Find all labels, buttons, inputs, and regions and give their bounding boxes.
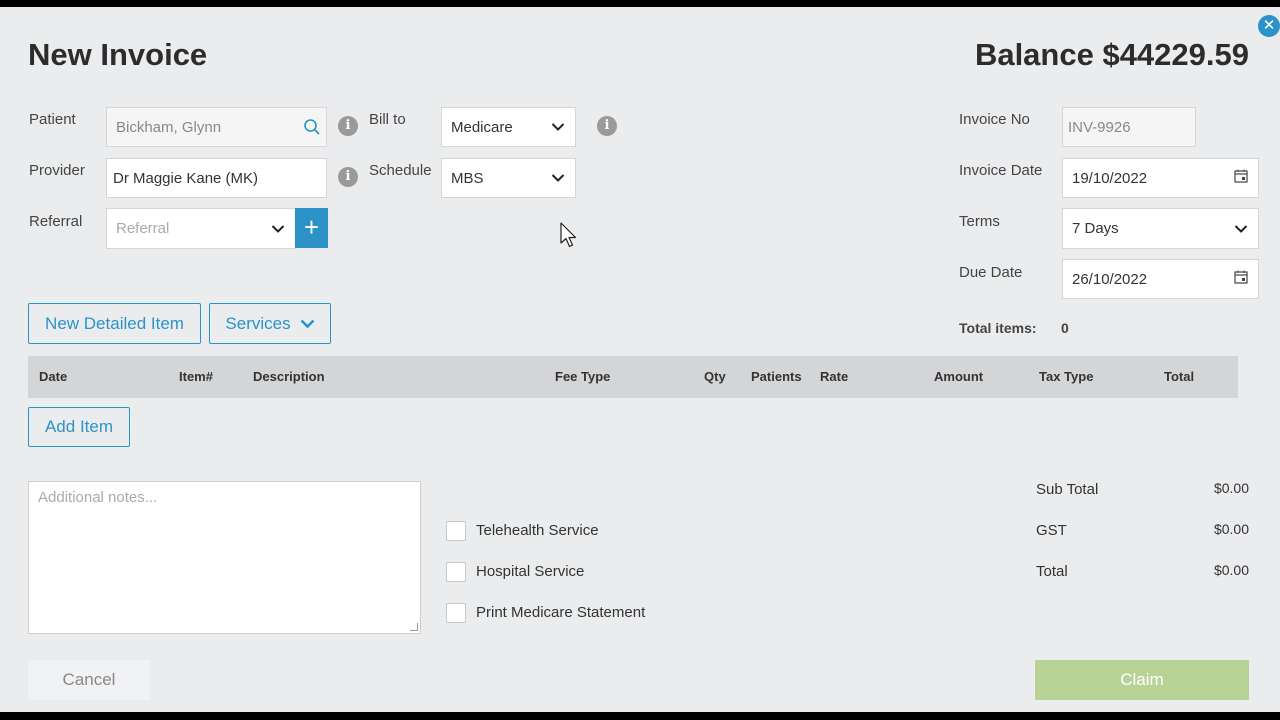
sub-total-value: $0.00 bbox=[1213, 480, 1249, 496]
claim-button[interactable]: Claim bbox=[1035, 660, 1249, 700]
column-total: Total bbox=[1164, 369, 1195, 384]
invoice-no-field[interactable]: INV-9926 bbox=[1062, 107, 1196, 147]
total-items-value: 0 bbox=[1061, 320, 1069, 336]
terms-value: 7 Days bbox=[1072, 220, 1119, 237]
telehealth-label: Telehealth Service bbox=[476, 522, 599, 539]
close-icon[interactable]: ✕ bbox=[1258, 15, 1280, 37]
chevron-down-icon bbox=[300, 314, 315, 334]
notes-placeholder: Additional notes... bbox=[38, 489, 158, 506]
invoice-date-field[interactable]: 19/10/2022 bbox=[1062, 158, 1259, 198]
line-items-table-header: Date Item# Description Fee Type Qty Pati… bbox=[28, 356, 1238, 398]
provider-field[interactable]: Dr Maggie Kane (MK) bbox=[106, 158, 327, 198]
print-statement-label: Print Medicare Statement bbox=[476, 604, 646, 621]
chevron-down-icon bbox=[551, 123, 565, 132]
bill-to-select[interactable]: Medicare bbox=[441, 107, 576, 147]
total-label: Total bbox=[1036, 563, 1068, 580]
print-statement-checkbox[interactable] bbox=[446, 603, 466, 623]
chevron-down-icon bbox=[271, 224, 285, 233]
new-detailed-item-button[interactable]: New Detailed Item bbox=[28, 303, 201, 344]
resize-handle-icon[interactable] bbox=[410, 623, 418, 631]
referral-select[interactable]: Referral bbox=[106, 208, 296, 249]
bill-to-label: Bill to bbox=[369, 111, 406, 128]
cancel-button[interactable]: Cancel bbox=[28, 660, 150, 700]
column-rate: Rate bbox=[820, 369, 849, 384]
patient-info-icon[interactable]: i bbox=[338, 116, 358, 136]
invoice-no-value: INV-9926 bbox=[1068, 118, 1131, 136]
column-qty: Qty bbox=[704, 369, 726, 384]
new-invoice-modal: ✕ New Invoice Balance $44229.59 Patient … bbox=[0, 7, 1280, 712]
hospital-label: Hospital Service bbox=[476, 563, 585, 580]
additional-notes-textarea[interactable]: Additional notes... bbox=[28, 481, 421, 634]
total-value: $0.00 bbox=[1213, 562, 1249, 578]
hospital-checkbox[interactable] bbox=[446, 562, 466, 582]
schedule-label: Schedule bbox=[369, 162, 432, 179]
schedule-select[interactable]: MBS bbox=[441, 158, 576, 198]
chevron-down-icon bbox=[551, 174, 565, 183]
schedule-value: MBS bbox=[451, 169, 484, 187]
referral-label: Referral bbox=[29, 213, 83, 230]
sub-total-label: Sub Total bbox=[1036, 481, 1099, 498]
invoice-date-value: 19/10/2022 bbox=[1072, 169, 1148, 187]
calendar-icon[interactable] bbox=[1234, 169, 1248, 187]
column-amount: Amount bbox=[934, 369, 984, 384]
column-fee-type: Fee Type bbox=[555, 369, 611, 384]
column-date: Date bbox=[39, 369, 68, 384]
column-item-number: Item# bbox=[179, 369, 213, 384]
patient-value: Bickham, Glynn bbox=[116, 118, 222, 136]
terms-label: Terms bbox=[959, 213, 1000, 230]
referral-placeholder: Referral bbox=[116, 220, 170, 237]
add-referral-button[interactable]: + bbox=[295, 208, 328, 248]
invoice-date-label: Invoice Date bbox=[959, 162, 1043, 179]
telehealth-checkbox[interactable] bbox=[446, 521, 466, 541]
provider-label: Provider bbox=[29, 162, 85, 179]
due-date-label: Due Date bbox=[959, 264, 1023, 281]
gst-label: GST bbox=[1036, 522, 1067, 539]
patient-label: Patient bbox=[29, 111, 76, 128]
bill-to-info-icon[interactable]: i bbox=[597, 116, 617, 136]
column-description: Description bbox=[253, 369, 325, 384]
balance-display: Balance $44229.59 bbox=[974, 37, 1249, 72]
bill-to-value: Medicare bbox=[451, 118, 513, 136]
due-date-field[interactable]: 26/10/2022 bbox=[1062, 259, 1259, 299]
terms-select[interactable]: 7 Days bbox=[1062, 208, 1259, 249]
add-item-button[interactable]: Add Item bbox=[28, 407, 130, 447]
column-tax-type: Tax Type bbox=[1039, 369, 1094, 384]
search-icon[interactable] bbox=[303, 118, 321, 140]
patient-field[interactable]: Bickham, Glynn bbox=[106, 107, 327, 147]
services-label: Services bbox=[225, 313, 291, 333]
due-date-value: 26/10/2022 bbox=[1072, 270, 1148, 288]
chevron-down-icon bbox=[1234, 224, 1248, 233]
provider-value: Dr Maggie Kane (MK) bbox=[113, 169, 259, 187]
services-button[interactable]: Services bbox=[209, 303, 331, 344]
provider-info-icon[interactable]: i bbox=[338, 167, 358, 187]
total-items-label: Total items: bbox=[959, 320, 1037, 336]
gst-value: $0.00 bbox=[1213, 521, 1249, 537]
column-patients: Patients bbox=[751, 369, 802, 384]
invoice-no-label: Invoice No bbox=[959, 111, 1030, 128]
page-title: New Invoice bbox=[28, 37, 208, 72]
calendar-icon[interactable] bbox=[1234, 270, 1248, 288]
mouse-cursor-icon bbox=[560, 222, 578, 254]
